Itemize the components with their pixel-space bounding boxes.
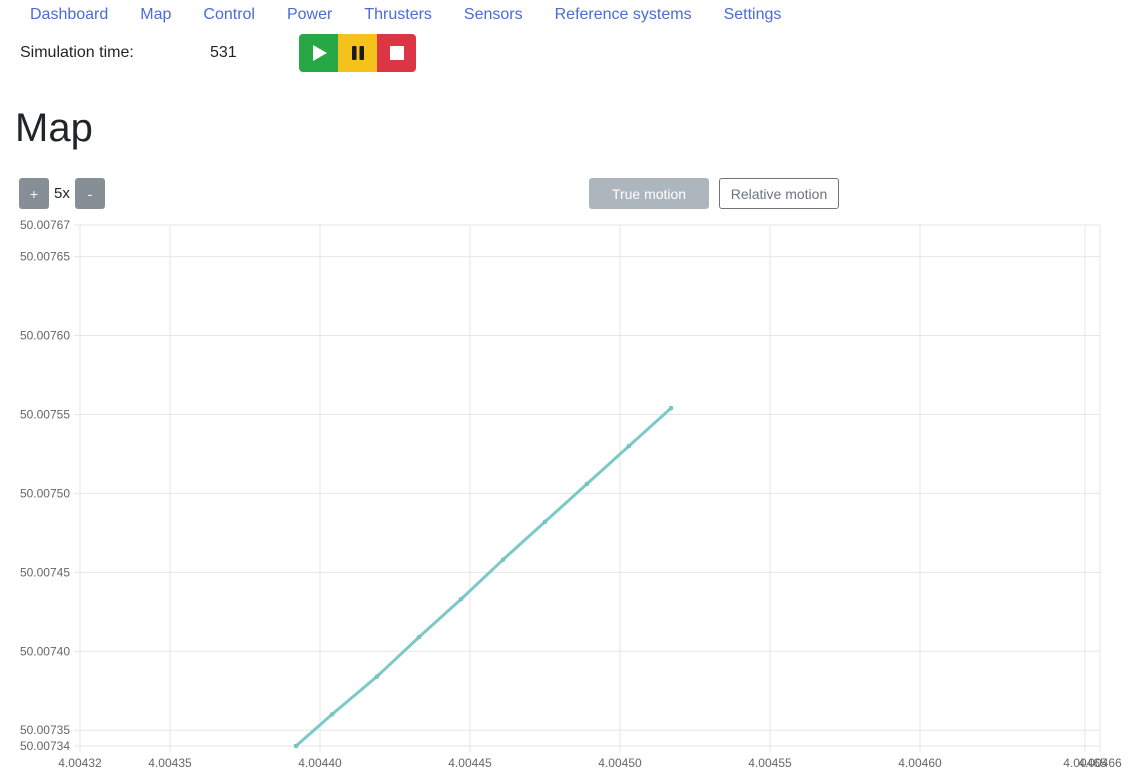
nav-thrusters[interactable]: Thrusters bbox=[348, 4, 448, 26]
y-tick-label: 50.00745 bbox=[20, 565, 70, 579]
simulation-time-value: 531 bbox=[210, 44, 237, 61]
relative-motion-button[interactable]: Relative motion bbox=[719, 178, 839, 209]
x-tick-label: 4.00460 bbox=[898, 756, 942, 770]
trajectory-line bbox=[295, 406, 673, 748]
true-motion-button[interactable]: True motion bbox=[589, 178, 709, 209]
simulation-time-label: Simulation time: bbox=[20, 44, 134, 61]
nav-map[interactable]: Map bbox=[124, 4, 187, 26]
page-title: Map bbox=[15, 106, 93, 150]
nav-control[interactable]: Control bbox=[187, 4, 271, 26]
map-chart[interactable]: 4.00432 4.00435 4.00440 4.00445 4.00450 4.004… bbox=[0, 215, 1130, 778]
zoom-level: 5x bbox=[54, 185, 70, 202]
y-tick-label: 50.00760 bbox=[20, 329, 70, 343]
nav-dashboard[interactable]: Dashboard bbox=[14, 4, 124, 26]
y-tick-label: 50.00767 bbox=[20, 218, 70, 232]
trajectory-point bbox=[542, 519, 548, 525]
stop-button[interactable] bbox=[377, 34, 416, 72]
simulation-controls bbox=[299, 34, 416, 72]
x-tick-label: 4.00440 bbox=[298, 756, 342, 770]
x-tick-label: 4.00455 bbox=[748, 756, 792, 770]
trajectory-point bbox=[584, 481, 590, 487]
pause-icon bbox=[351, 46, 364, 60]
x-tick-label: 4.00435 bbox=[148, 756, 192, 770]
nav-settings[interactable]: Settings bbox=[708, 4, 798, 26]
nav-sensors[interactable]: Sensors bbox=[448, 4, 539, 26]
top-nav: Dashboard Map Control Power Thrusters Se… bbox=[14, 4, 797, 26]
trajectory-point bbox=[500, 557, 506, 562]
trajectory-point bbox=[458, 596, 464, 602]
y-tick-label: 50.00750 bbox=[20, 486, 70, 500]
y-tick-label: 50.00735 bbox=[20, 723, 70, 737]
y-tick-label: 50.00740 bbox=[20, 644, 70, 658]
trajectory-point bbox=[416, 634, 422, 640]
zoom-out-button[interactable]: - bbox=[75, 178, 105, 209]
x-tick-label: 4.00432 bbox=[58, 756, 102, 770]
trajectory-point bbox=[626, 443, 632, 449]
trajectory-point bbox=[293, 743, 299, 749]
trajectory-point bbox=[668, 405, 674, 411]
nav-power[interactable]: Power bbox=[271, 4, 348, 26]
x-tick-label: 4.00466 bbox=[1078, 756, 1122, 770]
x-tick-label: 4.00445 bbox=[448, 756, 492, 770]
nav-reference-systems[interactable]: Reference systems bbox=[539, 4, 708, 26]
trajectory-point bbox=[374, 674, 380, 679]
play-icon bbox=[312, 45, 327, 61]
x-tick-label: 4.00450 bbox=[598, 756, 642, 770]
y-tick-label: 50.00734 bbox=[20, 739, 70, 753]
zoom-in-button[interactable]: + bbox=[19, 178, 49, 209]
pause-button[interactable] bbox=[338, 34, 377, 72]
y-tick-label: 50.00765 bbox=[20, 250, 70, 264]
trajectory-point bbox=[329, 712, 335, 717]
play-button[interactable] bbox=[299, 34, 338, 72]
y-tick-label: 50.00755 bbox=[20, 407, 70, 421]
stop-icon bbox=[389, 46, 404, 60]
